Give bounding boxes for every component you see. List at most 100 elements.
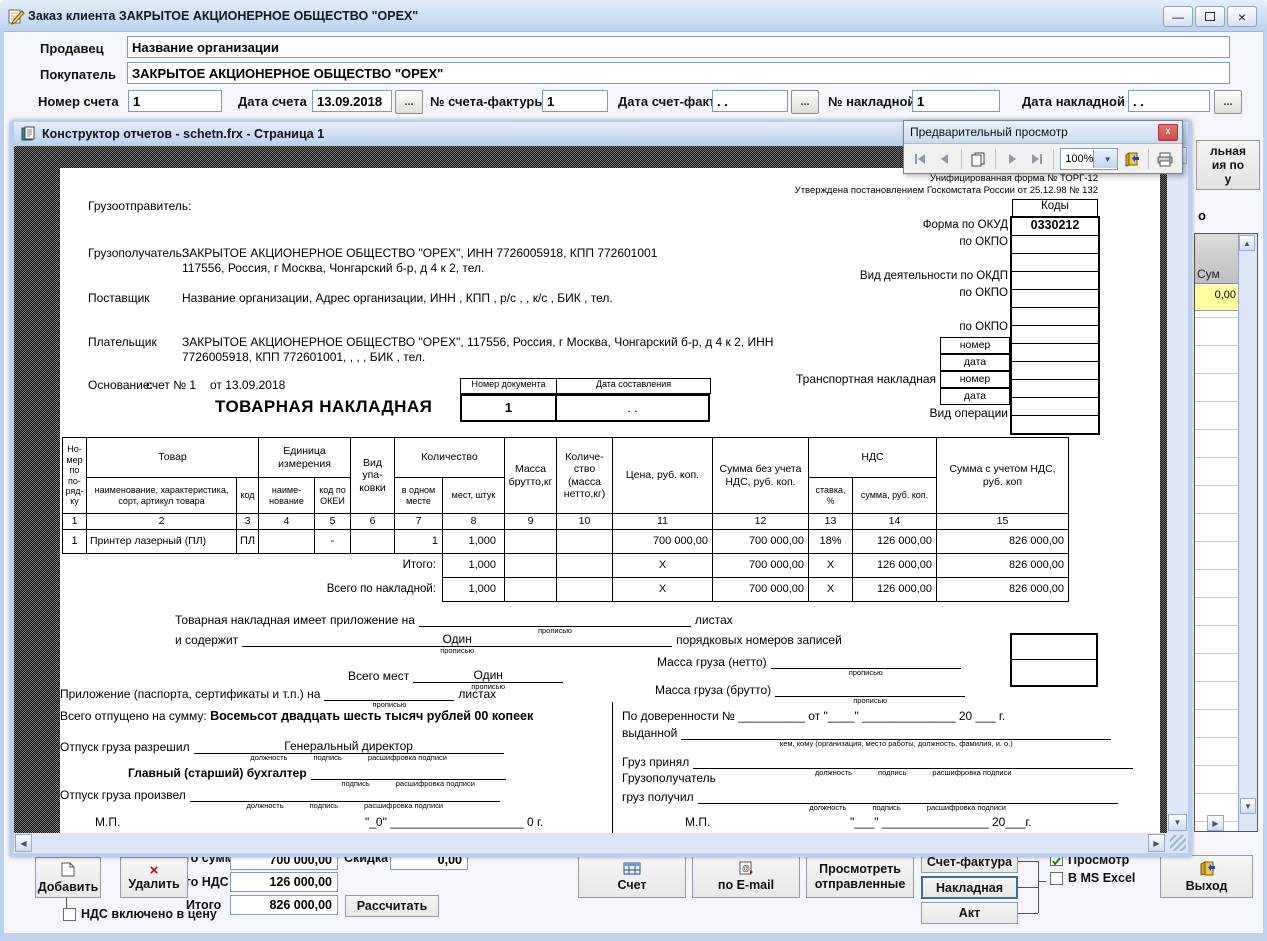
vat-included-checkbox[interactable] — [63, 908, 76, 921]
okpo-label: по ОКПО — [959, 321, 1008, 333]
invoice-number-input[interactable] — [128, 90, 222, 112]
cell: X — [809, 578, 853, 602]
mp-left-date: "_0" ____________________ 0 г. — [365, 815, 543, 829]
goods-row: 1 Принтер лазерный (ПЛ) ПЛ - 1 1,000 700… — [63, 530, 1069, 554]
basis-value-2: от 13.09.2018 — [210, 378, 285, 392]
cell: - — [315, 530, 351, 554]
hidden-button-line1: льная — [1197, 144, 1259, 158]
goods-table: Но- мер по по- ряд- ку Товар Единица изм… — [62, 437, 1069, 602]
col-header: код по ОКЕИ — [315, 478, 351, 514]
scroll-down-icon[interactable]: ▼ — [1240, 798, 1256, 814]
hidden-button-line3: у — [1197, 172, 1259, 186]
invoice-date-input[interactable] — [312, 90, 392, 112]
invoice-date-picker-button[interactable]: ... — [395, 90, 423, 114]
doc-number-header: Номер документа Дата составления — [460, 378, 711, 394]
shipper-label: Грузоотправитель: — [88, 199, 191, 213]
minimize-icon[interactable]: — — [1163, 6, 1193, 27]
resize-corner[interactable] — [1167, 833, 1188, 853]
cell: 700 000,00 — [713, 578, 809, 602]
cell: 126 000,00 — [853, 578, 937, 602]
excel-checkbox-label: В MS Excel — [1068, 871, 1135, 885]
mp-right: М.П. — [685, 815, 710, 829]
scroll-right-icon[interactable]: ▶ — [1207, 815, 1224, 831]
basis-value-1: счет № 1 — [146, 378, 196, 392]
zoom-dropdown-icon[interactable]: ▼ — [1093, 150, 1116, 168]
grid-selected-cell[interactable]: 0,00 — [1195, 285, 1239, 311]
invoice-date-label: Дата счета — [238, 94, 307, 109]
calculate-button[interactable]: Рассчитать — [345, 895, 439, 917]
waybill-number-input[interactable] — [912, 90, 1000, 112]
cell — [557, 578, 613, 602]
cell: 826 000,00 — [937, 578, 1069, 602]
buyer-input[interactable] — [127, 62, 1230, 84]
waybill-date-input[interactable] — [1128, 90, 1210, 112]
cell — [259, 530, 315, 554]
scroll-left-icon[interactable]: ◀ — [15, 834, 32, 852]
prev-page-icon[interactable] — [934, 148, 955, 170]
seller-label: Продавец — [40, 41, 104, 56]
first-page-icon[interactable] — [910, 148, 931, 170]
col-num: 11 — [613, 514, 713, 530]
delete-button-label: Удалить — [128, 877, 179, 891]
col-header: код — [237, 478, 259, 514]
last-page-icon[interactable] — [1026, 148, 1047, 170]
report-horizontal-scrollbar[interactable]: ◀ ▶ — [14, 833, 1167, 853]
pages-icon[interactable] — [968, 148, 989, 170]
signature-divider — [612, 702, 613, 833]
vat-invoice-number-input[interactable] — [542, 90, 608, 112]
grand-total-row: Всего по накладной: 1,000 X 700 000,00 X… — [63, 578, 1069, 602]
col-header: Масса брутто,кг — [505, 438, 557, 514]
email-button[interactable]: @ по E-mail — [692, 855, 800, 898]
delete-x-icon: × — [150, 865, 159, 877]
total-vat-field[interactable]: 126 000,00 — [230, 872, 338, 892]
vat-invoice-date-picker-button[interactable]: ... — [791, 90, 819, 114]
totals-label: Итого: — [63, 554, 443, 578]
scroll-down-icon[interactable]: ▼ — [1168, 814, 1187, 831]
cell: Принтер лазерный (ПЛ) — [87, 530, 237, 554]
scroll-right-icon[interactable]: ▶ — [1148, 834, 1165, 852]
col-num: 13 — [809, 514, 853, 530]
close-preview-door-icon[interactable] — [1121, 148, 1142, 170]
doc-number-values: 1 . . — [460, 394, 710, 422]
print-icon[interactable] — [1155, 148, 1176, 170]
col-header: Количество — [395, 438, 505, 478]
waybill-date-picker-button[interactable]: ... — [1214, 90, 1242, 114]
cell: 1 — [395, 530, 443, 554]
col-num: 12 — [713, 514, 809, 530]
mp-left: М.П. — [95, 815, 120, 829]
view-sent-label-line1: Просмотреть — [819, 862, 901, 876]
close-icon[interactable]: × — [1227, 6, 1257, 27]
preview-close-icon[interactable]: x — [1158, 124, 1178, 141]
act-button[interactable]: Акт — [921, 902, 1018, 924]
seller-input[interactable] — [127, 36, 1230, 58]
hidden-button-line2: ия по — [1197, 158, 1259, 172]
view-sent-button[interactable]: Просмотреть отправленные — [806, 855, 914, 898]
col-header: сумма, руб. коп. — [853, 478, 937, 514]
invoice-button[interactable]: Счет — [578, 855, 686, 898]
next-page-icon[interactable] — [1002, 148, 1023, 170]
supplier-label: Поставщик — [88, 291, 150, 305]
add-button[interactable]: Добавить — [35, 857, 101, 898]
main-titlebar[interactable]: Заказ клиента ЗАКРЫТОЕ АКЦИОНЕРНОЕ ОБЩЕС… — [0, 0, 1267, 32]
col-header: ставка, % — [809, 478, 853, 514]
grid-vertical-scrollbar[interactable]: ▲ ▼ — [1238, 234, 1257, 831]
vat-invoice-date-input[interactable] — [712, 90, 788, 112]
doc-date-header-cell: Дата составления — [557, 378, 711, 394]
document-title: ТОВАРНАЯ НАКЛАДНАЯ — [215, 397, 432, 417]
zoom-select[interactable]: 100% ▼ — [1060, 148, 1118, 170]
preview-titlebar[interactable]: Предварительный просмотр x — [904, 121, 1182, 144]
cell — [505, 530, 557, 554]
cell — [557, 554, 613, 578]
grid-column-header-sum[interactable]: Сум — [1195, 234, 1239, 284]
exit-button[interactable]: Выход — [1160, 855, 1253, 898]
maximize-icon[interactable] — [1195, 6, 1225, 27]
scroll-up-icon[interactable]: ▲ — [1239, 235, 1255, 251]
delete-button[interactable]: × Удалить — [120, 857, 188, 898]
report-window: Конструктор отчетов - schetn.frx - Стран… — [10, 120, 1192, 857]
items-grid-fragment: Сум 0,00 ▲ ▼ ▶ — [1194, 233, 1258, 832]
waybill-button[interactable]: Накладная — [921, 876, 1018, 899]
partially-hidden-button[interactable]: льная ия по у — [1196, 140, 1260, 190]
excel-checkbox[interactable] — [1050, 872, 1063, 885]
report-vertical-scrollbar[interactable]: ▲ ▼ — [1167, 146, 1188, 833]
total-field[interactable]: 826 000,00 — [230, 895, 338, 915]
